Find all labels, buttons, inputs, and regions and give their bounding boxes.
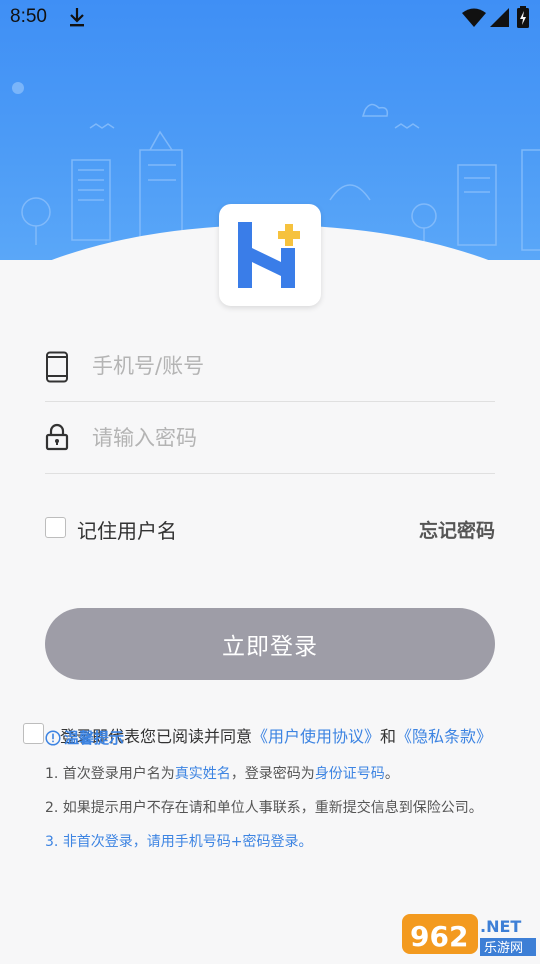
privacy-policy-link[interactable]: 《隐私条款》 [396, 727, 492, 746]
note1-text-c: ，登录密码为 [230, 766, 315, 782]
wifi-icon [462, 8, 486, 27]
svg-text:.NET: .NET [480, 917, 521, 936]
tips-title: 温馨提示 [45, 727, 124, 748]
tips-title-text: 温馨提示 [64, 729, 125, 747]
password-field [45, 403, 495, 474]
watermark-logo: 962 .NET 乐游网 [400, 910, 540, 960]
forgot-password-link[interactable]: 忘记密码 [419, 516, 495, 543]
password-input[interactable] [90, 417, 474, 459]
app-logo [219, 204, 321, 306]
agreement-checkbox[interactable] [23, 723, 44, 744]
tip-note-3: 3. 非首次登录，请用手机号码+密码登录。 [45, 828, 505, 856]
note3-text: 非首次登录，请用手机号码+密码登录。 [62, 834, 313, 850]
note1-text-a: 1. 首次登录用户名为 [45, 766, 175, 782]
remember-row: 记住用户名 忘记密码 [45, 515, 495, 545]
note3-number: 3. [45, 834, 63, 850]
status-bar: 8:50 [0, 0, 540, 36]
remember-label[interactable]: 记住用户名 [77, 515, 177, 544]
logo-glyph [238, 222, 300, 288]
phone-icon [46, 351, 68, 383]
info-icon [45, 729, 61, 746]
account-field [45, 331, 495, 402]
tips-notes: 1. 首次登录用户名为真实姓名，登录密码为身份证号码。 2. 如果提示用户不存在… [45, 760, 505, 862]
remember-checkbox[interactable] [45, 517, 66, 538]
tip-note-2: 2. 如果提示用户不存在请和单位人事联系，重新提交信息到保险公司。 [45, 800, 483, 816]
login-button[interactable]: 立即登录 [45, 608, 495, 680]
note1-highlight-name: 真实姓名 [174, 766, 231, 782]
lock-icon [45, 423, 69, 451]
account-input[interactable] [90, 345, 474, 387]
svg-text:962: 962 [410, 920, 468, 953]
battery-icon [517, 6, 529, 28]
watermark-graphic: 962 .NET 乐游网 [402, 914, 536, 956]
agreement-and: 和 [380, 727, 397, 746]
user-agreement-link[interactable]: 《用户使用协议》 [252, 727, 380, 746]
note1-highlight-id: 身份证号码 [314, 766, 385, 782]
status-time: 8:50 [10, 6, 47, 27]
svg-text:乐游网: 乐游网 [484, 941, 523, 956]
tip-note-1: 1. 首次登录用户名为真实姓名，登录密码为身份证号码。 [45, 760, 505, 788]
signal-icon [490, 8, 509, 27]
download-icon [70, 8, 84, 27]
agreement-text: 登录即代表您已阅读并同意《用户使用协议》和《隐私条款》 [60, 723, 492, 747]
note1-text-e: 。 [384, 766, 399, 782]
